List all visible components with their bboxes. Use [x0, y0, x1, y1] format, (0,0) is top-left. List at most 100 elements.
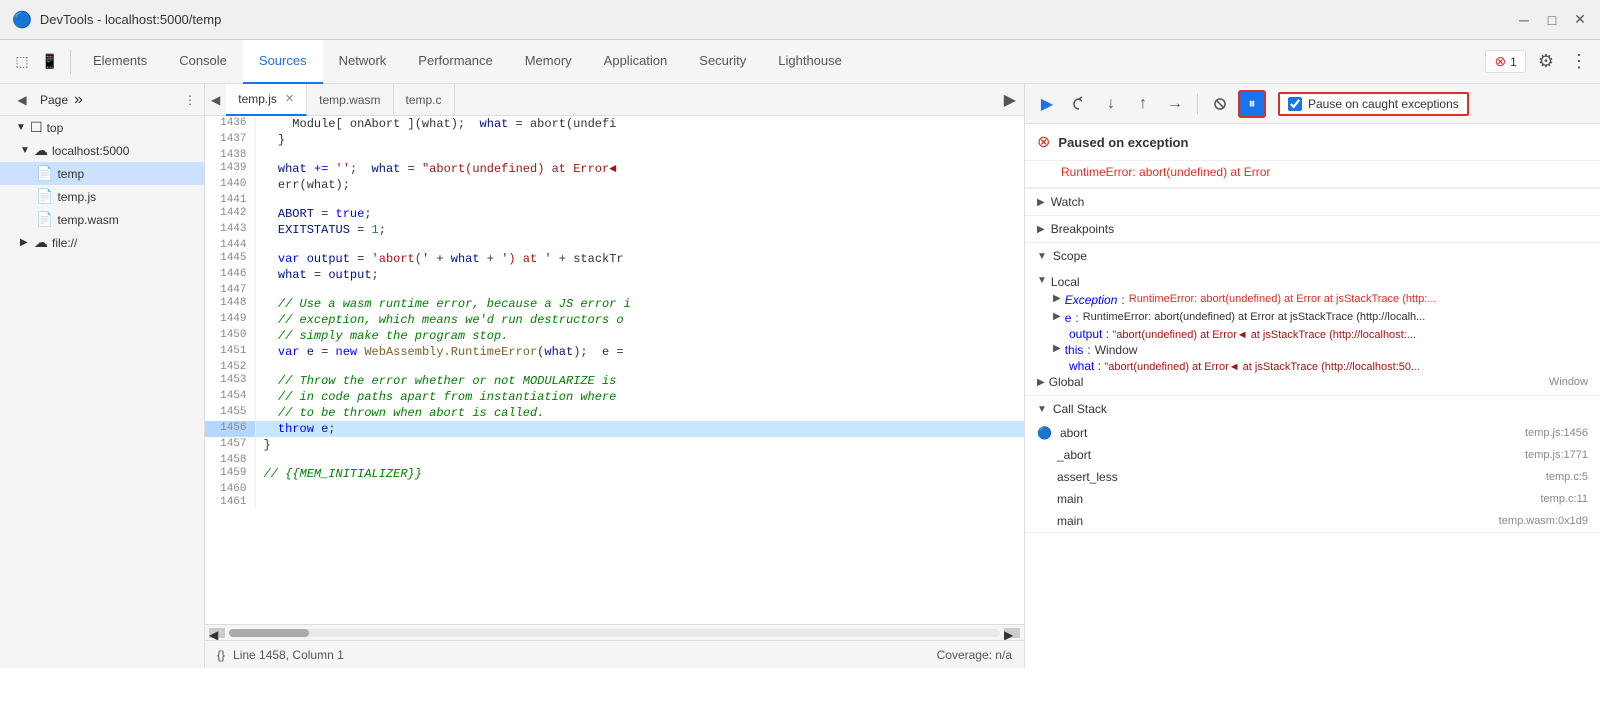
format-icon[interactable]: {} — [217, 648, 225, 662]
step-out-button[interactable]: ↑ — [1129, 90, 1157, 118]
tab-network[interactable]: Network — [323, 40, 403, 84]
settings-button[interactable]: ⚙ — [1534, 47, 1558, 76]
scope-what-row: what : "abort(undefined) at Error◄ at js… — [1053, 359, 1588, 373]
maximize-button[interactable]: □ — [1544, 12, 1560, 28]
tab-performance[interactable]: Performance — [402, 40, 508, 84]
tab-application[interactable]: Application — [588, 40, 684, 84]
breakpoints-arrow: ▶ — [1037, 224, 1045, 235]
tab-elements[interactable]: Elements — [77, 40, 163, 84]
scope-exception-val: RuntimeError: abort(undefined) at Error … — [1129, 293, 1437, 305]
step-into-button[interactable]: ↓ — [1097, 90, 1125, 118]
exception-banner: ⊗ Paused on exception — [1025, 124, 1600, 161]
step-button[interactable]: → — [1161, 90, 1189, 118]
callstack-assert-less[interactable]: assert_less temp.c:5 — [1025, 466, 1600, 488]
file-tab-tempc[interactable]: temp.c — [394, 84, 455, 116]
tab-console[interactable]: Console — [163, 40, 243, 84]
tree-icon-tempwasm: 📄 — [36, 211, 53, 228]
breakpoints-header[interactable]: ▶ Breakpoints — [1025, 216, 1600, 242]
more-button[interactable]: ⋮ — [1566, 47, 1592, 76]
error-badge[interactable]: ⊗ 1 — [1485, 50, 1525, 73]
file-tab-tempjs-close[interactable]: ✕ — [285, 92, 294, 105]
code-line-1449: 1449 // exception, which means we'd run … — [205, 312, 1024, 328]
tab-sources[interactable]: Sources — [243, 40, 323, 84]
scroll-left-btn[interactable]: ◀ — [209, 628, 225, 638]
pause-caught-exceptions-checkbox[interactable] — [1288, 97, 1302, 111]
scope-output-val: "abort(undefined) at Error◄ at jsStackTr… — [1112, 329, 1416, 341]
tree-label-temp: temp — [57, 167, 84, 181]
tree-item-top[interactable]: ▼ ☐ top — [0, 116, 204, 139]
minimize-button[interactable]: ─ — [1516, 12, 1532, 28]
code-line-1448: 1448 // Use a wasm runtime error, becaus… — [205, 296, 1024, 312]
coverage-label: Coverage: n/a — [937, 648, 1012, 662]
step-over-button[interactable] — [1065, 90, 1093, 118]
scroll-thumb[interactable] — [229, 629, 309, 637]
scope-local-header[interactable]: ▼ Local — [1037, 273, 1588, 291]
sidebar-expand-icon[interactable]: » — [72, 91, 85, 109]
file-tab-tempjs[interactable]: temp.js ✕ — [226, 84, 307, 116]
pause-exceptions-toggle[interactable]: ⏸ — [1238, 90, 1266, 118]
tree-item-file[interactable]: ▶ ☁ file:// — [0, 231, 204, 254]
callstack-_abort[interactable]: _abort temp.js:1771 — [1025, 444, 1600, 466]
tree-item-temp[interactable]: 📄 temp — [0, 162, 204, 185]
callstack-header[interactable]: ▼ Call Stack — [1025, 396, 1600, 422]
tree-arrow-file: ▶ — [20, 237, 30, 248]
deactivate-breakpoints-button[interactable] — [1206, 90, 1234, 118]
tab-memory[interactable]: Memory — [509, 40, 588, 84]
scope-exception-row[interactable]: ▶ Exception : RuntimeError: abort(undefi… — [1053, 291, 1588, 309]
tab-security[interactable]: Security — [683, 40, 762, 84]
code-line-1437: 1437 } — [205, 132, 1024, 148]
code-line-1444: 1444 — [205, 238, 1024, 251]
tree-item-tempwasm[interactable]: 📄 temp.wasm — [0, 208, 204, 231]
close-button[interactable]: ✕ — [1572, 12, 1588, 28]
sidebar-nav-back[interactable]: ◀ — [8, 86, 36, 114]
code-line-1438: 1438 — [205, 148, 1024, 161]
code-line-1436: 1436 Module[ onAbort ](what); what = abo… — [205, 116, 1024, 132]
pause-on-caught-exceptions-area: Pause on caught exceptions — [1278, 92, 1469, 116]
scope-section: ▼ Scope ▼ Local ▶ Exception : Runt — [1025, 243, 1600, 396]
device-icon[interactable]: 📱 — [36, 48, 64, 76]
right-panel-scroll[interactable]: ⊗ Paused on exception RuntimeError: abor… — [1025, 124, 1600, 668]
callstack-main2-name: main — [1057, 514, 1083, 528]
scope-this-sep: : — [1087, 343, 1090, 357]
callstack-_abort-loc: temp.js:1771 — [1525, 449, 1588, 461]
tree-item-tempjs[interactable]: 📄 temp.js — [0, 185, 204, 208]
scope-e-row[interactable]: ▶ e : RuntimeError: abort(undefined) at … — [1053, 309, 1588, 327]
resume-button[interactable]: ▶ — [1033, 90, 1061, 118]
code-line-1452: 1452 — [205, 360, 1024, 373]
callstack-main1-name: main — [1057, 492, 1083, 506]
tree-icon-tempjs: 📄 — [36, 188, 53, 205]
tree-label-file: file:// — [52, 236, 77, 250]
callstack-main2-loc: temp.wasm:0x1d9 — [1499, 515, 1588, 527]
file-tab-more[interactable]: ▶ — [996, 90, 1024, 110]
code-line-1446: 1446 what = output; — [205, 267, 1024, 283]
scroll-right-btn[interactable]: ▶ — [1004, 628, 1020, 638]
callstack-abort[interactable]: 🔵 abort temp.js:1456 — [1025, 422, 1600, 444]
code-line-1457: 1457 } — [205, 437, 1024, 453]
scope-e-key: e — [1065, 311, 1072, 325]
tab-lighthouse[interactable]: Lighthouse — [762, 40, 858, 84]
tab-bar: ⬚ 📱 Elements Console Sources Network Per… — [0, 40, 1600, 84]
code-area: ◀ temp.js ✕ temp.wasm temp.c ▶ 1436 — [205, 84, 1025, 668]
tree-icon-file: ☁ — [34, 234, 48, 251]
code-line-1458: 1458 — [205, 453, 1024, 466]
callstack-main1[interactable]: main temp.c:11 — [1025, 488, 1600, 510]
file-tab-tempwasm[interactable]: temp.wasm — [307, 84, 393, 116]
code-line-1445: 1445 var output = 'abort(' + what + ') a… — [205, 251, 1024, 267]
callstack-main2[interactable]: main temp.wasm:0x1d9 — [1025, 510, 1600, 532]
callstack-section: ▼ Call Stack 🔵 abort temp.js:1456 — [1025, 396, 1600, 533]
watch-header[interactable]: ▶ Watch — [1025, 189, 1600, 215]
watch-section: ▶ Watch — [1025, 189, 1600, 216]
tree-item-localhost[interactable]: ▼ ☁ localhost:5000 — [0, 139, 204, 162]
tree-icon-localhost: ☁ — [34, 142, 48, 159]
code-content[interactable]: 1436 Module[ onAbort ](what); what = abo… — [205, 116, 1024, 624]
horizontal-scrollbar[interactable]: ◀ ▶ — [205, 624, 1024, 640]
sidebar-more-icon[interactable]: ⋮ — [184, 93, 196, 107]
scope-arrow: ▼ — [1037, 251, 1047, 262]
file-tab-nav-left[interactable]: ◀ — [205, 93, 226, 107]
callstack-abort-arrow: 🔵 — [1037, 426, 1052, 440]
scope-global-row[interactable]: ▶ Global Window — [1037, 373, 1588, 391]
scope-header[interactable]: ▼ Scope — [1025, 243, 1600, 269]
scope-this-row[interactable]: ▶ this : Window — [1053, 341, 1588, 359]
inspect-icon[interactable]: ⬚ — [8, 48, 36, 76]
callstack-_abort-name: _abort — [1057, 448, 1091, 462]
